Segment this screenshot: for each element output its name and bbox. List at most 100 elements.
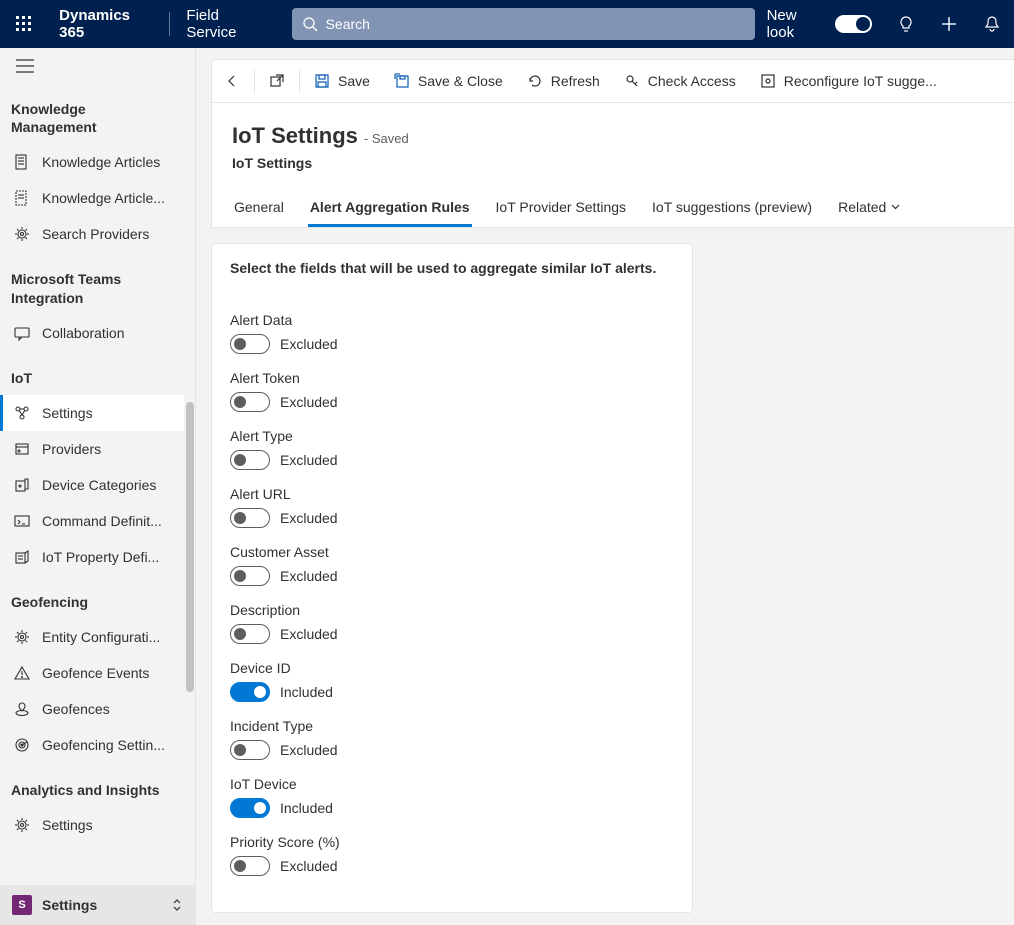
form-tabs: General Alert Aggregation Rules IoT Provid… [232, 191, 994, 227]
popout-button[interactable] [257, 65, 297, 97]
command-bar: Save Save & Close Refresh Check Access R… [211, 59, 1014, 103]
sidebar-item[interactable]: Settings [0, 395, 184, 431]
tab[interactable]: General [232, 191, 286, 227]
field-toggle[interactable] [230, 798, 270, 818]
sidebar-item-label: IoT Property Defi... [42, 549, 159, 565]
field-toggle[interactable] [230, 566, 270, 586]
field-toggle[interactable] [230, 392, 270, 412]
sidebar-item[interactable]: Geofence Events [0, 655, 184, 691]
template-icon [14, 190, 30, 206]
new-look-switch[interactable] [835, 15, 872, 33]
field-toggle[interactable] [230, 334, 270, 354]
field-label: Incident Type [230, 718, 674, 734]
field-row: Alert DataExcluded [230, 312, 674, 354]
radar-icon [14, 737, 30, 753]
sidebar-item-label: Providers [42, 441, 101, 457]
field-toggle[interactable] [230, 508, 270, 528]
field-state: Included [280, 684, 333, 700]
brand-label[interactable]: Dynamics 365 [47, 7, 169, 41]
sidebar-item[interactable]: Providers [0, 431, 184, 467]
reconfigure-button[interactable]: Reconfigure IoT sugge... [748, 65, 949, 97]
scrollbar[interactable] [186, 402, 194, 692]
search-placeholder: Search [326, 16, 370, 32]
waffle-icon[interactable] [0, 0, 47, 48]
bell-icon[interactable] [971, 0, 1014, 48]
chevron-down-icon [890, 201, 901, 212]
sidebar-item-label: Collaboration [42, 325, 125, 341]
gear-icon [14, 817, 30, 833]
area-label: Settings [42, 897, 161, 913]
field-toggle[interactable] [230, 682, 270, 702]
save-close-label: Save & Close [418, 73, 503, 89]
search-input[interactable]: Search [292, 8, 755, 40]
sidebar-item-label: Geofences [42, 701, 110, 717]
sidebar-heading: Microsoft Teams Integration [0, 252, 184, 314]
hamburger-icon[interactable] [16, 59, 179, 76]
refresh-button[interactable]: Refresh [515, 65, 612, 97]
field-label: Alert URL [230, 486, 674, 502]
plus-icon[interactable] [928, 0, 971, 48]
back-icon [224, 73, 240, 89]
field-state: Excluded [280, 510, 338, 526]
sidebar-item[interactable]: IoT Property Defi... [0, 539, 184, 575]
sidebar-item[interactable]: Geofences [0, 691, 184, 727]
content: Select the fields that will be used to a… [211, 243, 1014, 913]
field-toggle[interactable] [230, 856, 270, 876]
new-look-toggle[interactable]: New look [755, 7, 885, 41]
area-switcher[interactable]: S Settings [0, 885, 195, 925]
sidebar-item-label: Device Categories [42, 477, 156, 493]
gear-icon [14, 629, 30, 645]
field-label: Description [230, 602, 674, 618]
sidebar-item-label: Search Providers [42, 226, 149, 242]
page-title: IoT Settings [232, 123, 358, 149]
sidebar-item[interactable]: Entity Configurati... [0, 619, 184, 655]
tab[interactable]: Alert Aggregation Rules [308, 191, 472, 227]
aggregation-panel: Select the fields that will be used to a… [211, 243, 693, 913]
sidebar-item[interactable]: Command Definit... [0, 503, 184, 539]
sidebar: Knowledge ManagementKnowledge ArticlesKn… [0, 48, 196, 925]
field-label: Alert Data [230, 312, 674, 328]
sidebar-item[interactable]: Knowledge Article... [0, 180, 184, 216]
save-close-button[interactable]: Save & Close [382, 65, 515, 97]
field-row: Customer AssetExcluded [230, 544, 674, 586]
tab-label: IoT Provider Settings [496, 199, 626, 215]
field-toggle[interactable] [230, 624, 270, 644]
field-state: Excluded [280, 452, 338, 468]
field-toggle[interactable] [230, 450, 270, 470]
command-icon [14, 513, 30, 529]
field-state: Excluded [280, 568, 338, 584]
tab[interactable]: IoT suggestions (preview) [650, 191, 814, 227]
field-label: IoT Device [230, 776, 674, 792]
field-row: IoT DeviceIncluded [230, 776, 674, 818]
field-toggle[interactable] [230, 740, 270, 760]
back-button[interactable] [212, 65, 252, 97]
lightbulb-icon[interactable] [884, 0, 927, 48]
sidebar-item[interactable]: Collaboration [0, 315, 184, 351]
iot-icon [14, 405, 30, 421]
field-label: Priority Score (%) [230, 834, 674, 850]
chat-icon [14, 325, 30, 341]
field-state: Excluded [280, 742, 338, 758]
tab-label: IoT suggestions (preview) [652, 199, 812, 215]
sidebar-item-label: Entity Configurati... [42, 629, 160, 645]
gear-icon [14, 226, 30, 242]
sidebar-item[interactable]: Search Providers [0, 216, 184, 252]
tab[interactable]: IoT Provider Settings [494, 191, 628, 227]
check-access-button[interactable]: Check Access [612, 65, 748, 97]
save-button[interactable]: Save [302, 65, 382, 97]
property-icon [14, 549, 30, 565]
app-label[interactable]: Field Service [170, 7, 287, 41]
reconfigure-label: Reconfigure IoT sugge... [784, 73, 937, 89]
tab[interactable]: Related [836, 191, 903, 227]
field-row: Alert URL Excluded [230, 486, 674, 528]
key-icon [624, 73, 640, 89]
sidebar-item[interactable]: Geofencing Settin... [0, 727, 184, 763]
search-icon [302, 16, 318, 32]
sidebar-item-label: Knowledge Article... [42, 190, 165, 206]
field-row: Alert TokenExcluded [230, 370, 674, 412]
field-label: Alert Token [230, 370, 674, 386]
sidebar-item[interactable]: Device Categories [0, 467, 184, 503]
sidebar-item[interactable]: Settings [0, 807, 184, 843]
sidebar-item[interactable]: Knowledge Articles [0, 144, 184, 180]
warning-icon [14, 665, 30, 681]
